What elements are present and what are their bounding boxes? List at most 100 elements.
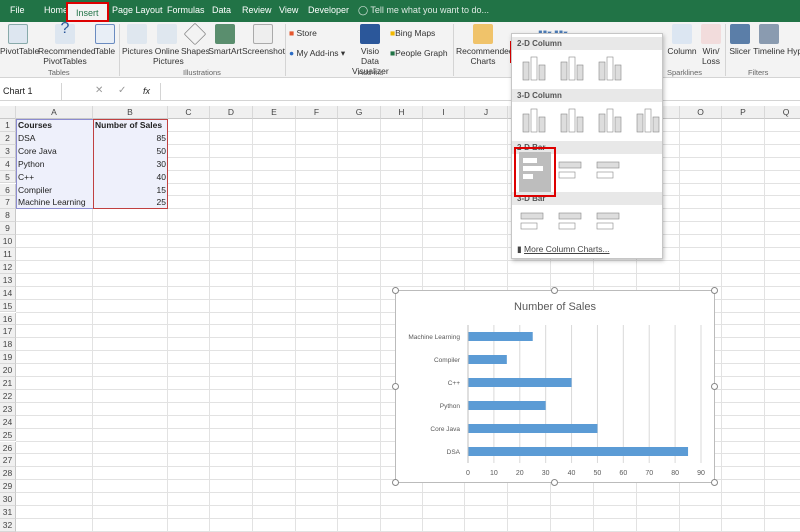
smartart-button[interactable]: SmartArt — [208, 24, 242, 56]
row-header-14[interactable]: 14 — [0, 286, 16, 300]
row-header-9[interactable]: 9 — [0, 222, 16, 236]
chart-type-option[interactable] — [594, 156, 624, 186]
chart-type-option[interactable] — [556, 156, 586, 186]
online-pictures-button[interactable]: Online Pictures — [153, 24, 184, 66]
column-header-B[interactable]: B — [93, 106, 168, 119]
chart-type-option[interactable] — [518, 104, 548, 134]
cell-sales[interactable]: 15 — [93, 184, 168, 197]
cell-B1[interactable]: Number of Sales — [93, 119, 164, 132]
cell-sales[interactable]: 25 — [93, 196, 168, 209]
column-header-H[interactable]: H — [381, 106, 423, 119]
chart-type-option[interactable] — [518, 207, 548, 237]
row-header-17[interactable]: 17 — [0, 325, 16, 339]
row-header-10[interactable]: 10 — [0, 235, 16, 248]
column-header-F[interactable]: F — [296, 106, 338, 119]
row-header-25[interactable]: 25 — [0, 428, 16, 442]
name-box[interactable]: Chart 1 — [0, 83, 62, 100]
bar-chart[interactable]: Number of Sales 0 10 20 30 40 50 60 70 80 90 DSA Cor… — [395, 290, 715, 483]
row-header-11[interactable]: 11 — [0, 248, 16, 261]
row-header-2[interactable]: 2 — [0, 131, 16, 145]
chart-type-option[interactable] — [632, 104, 662, 134]
column-header-A[interactable]: A — [16, 106, 93, 119]
column-header-I[interactable]: I — [423, 106, 465, 119]
column-header-Q[interactable]: Q — [765, 106, 800, 119]
tab-formulas[interactable]: Formulas — [167, 5, 205, 15]
chart-title[interactable]: Number of Sales — [514, 301, 596, 313]
clustered-bar-option[interactable] — [514, 147, 556, 197]
cell-sales[interactable]: 40 — [93, 171, 168, 184]
store-button[interactable]: ■ Store — [289, 28, 317, 38]
resize-handle[interactable] — [551, 287, 558, 294]
resize-handle[interactable] — [711, 287, 718, 294]
shapes-button[interactable]: Shapes — [181, 22, 210, 56]
row-header-19[interactable]: 19 — [0, 351, 16, 365]
sparkline-winloss-button[interactable]: Win/ Loss — [699, 24, 723, 66]
bar-dsa[interactable] — [468, 447, 689, 456]
tab-file[interactable]: File — [10, 5, 25, 15]
resize-handle[interactable] — [711, 479, 718, 486]
timeline-button[interactable]: Timeline — [753, 24, 785, 56]
row-header-3[interactable]: 3 — [0, 144, 16, 158]
more-column-charts-link[interactable]: ▮ More Column Charts... — [517, 244, 610, 255]
resize-handle[interactable] — [711, 383, 718, 390]
column-header-P[interactable]: P — [722, 106, 765, 119]
cell-course[interactable]: Python — [16, 158, 46, 171]
sparkline-column-button[interactable]: Column — [666, 24, 698, 56]
cancel-icon[interactable]: ✕ — [95, 85, 103, 96]
bar-machine-learning[interactable] — [468, 332, 533, 341]
bing-maps-button[interactable]: ■Bing Maps — [390, 28, 435, 38]
fx-icon[interactable]: fx — [143, 86, 150, 96]
cell-A1[interactable]: Courses — [16, 119, 54, 132]
chart-type-option[interactable] — [518, 52, 548, 82]
chart-type-option[interactable] — [556, 52, 586, 82]
table-button[interactable]: Table — [93, 24, 117, 56]
row-header-28[interactable]: 28 — [0, 467, 16, 481]
row-header-4[interactable]: 4 — [0, 157, 16, 171]
row-header-13[interactable]: 13 — [0, 273, 16, 287]
chart-type-option[interactable] — [594, 207, 624, 237]
row-header-30[interactable]: 30 — [0, 493, 16, 506]
cell-sales[interactable]: 50 — [93, 145, 168, 158]
row-header-5[interactable]: 5 — [0, 170, 16, 184]
resize-handle[interactable] — [392, 479, 399, 486]
select-all[interactable] — [0, 106, 16, 119]
row-header-1[interactable]: 1 — [0, 119, 16, 132]
pivottable-button[interactable]: PivotTable — [0, 24, 39, 56]
row-header-29[interactable]: 29 — [0, 480, 16, 494]
tab-page-layout[interactable]: Page Layout — [112, 5, 163, 15]
bar-core-java[interactable] — [468, 424, 598, 433]
tab-view[interactable]: View — [279, 5, 298, 15]
row-header-24[interactable]: 24 — [0, 415, 16, 429]
row-header-18[interactable]: 18 — [0, 338, 16, 352]
people-graph-button[interactable]: ■People Graph — [390, 48, 448, 58]
column-header-E[interactable]: E — [253, 106, 296, 119]
tab-review[interactable]: Review — [242, 5, 272, 15]
tab-insert[interactable]: Insert — [66, 2, 109, 22]
chart-type-option[interactable] — [594, 104, 624, 134]
column-header-G[interactable]: G — [338, 106, 381, 119]
tell-me-search[interactable]: ◯ Tell me what you want to do... — [358, 5, 489, 16]
row-header-6[interactable]: 6 — [0, 183, 16, 197]
recommended-charts-button[interactable]: Recommended Charts — [456, 24, 514, 66]
column-header-D[interactable]: D — [210, 106, 253, 119]
bar-python[interactable] — [468, 401, 546, 410]
bar-c-[interactable] — [468, 378, 572, 387]
row-header-31[interactable]: 31 — [0, 506, 16, 519]
cell-course[interactable]: Compiler — [16, 184, 54, 197]
row-header-12[interactable]: 12 — [0, 260, 16, 274]
chart-type-option[interactable] — [594, 52, 624, 82]
recommended-pivottables-button[interactable]: ? Recommended PivotTables — [38, 21, 96, 67]
cell-course[interactable]: DSA — [16, 132, 37, 145]
resize-handle[interactable] — [392, 383, 399, 390]
row-header-27[interactable]: 27 — [0, 454, 16, 468]
slicer-button[interactable]: Slicer — [728, 24, 752, 56]
row-header-7[interactable]: 7 — [0, 196, 16, 210]
row-header-20[interactable]: 20 — [0, 364, 16, 377]
bar-compiler[interactable] — [468, 355, 507, 364]
tab-data[interactable]: Data — [212, 5, 231, 15]
cell-course[interactable]: Machine Learning — [16, 196, 88, 209]
tab-home[interactable]: Home — [44, 5, 68, 15]
screenshot-button[interactable]: Screenshot — [242, 24, 285, 56]
chart-type-option[interactable] — [556, 104, 586, 134]
row-header-22[interactable]: 22 — [0, 389, 16, 403]
